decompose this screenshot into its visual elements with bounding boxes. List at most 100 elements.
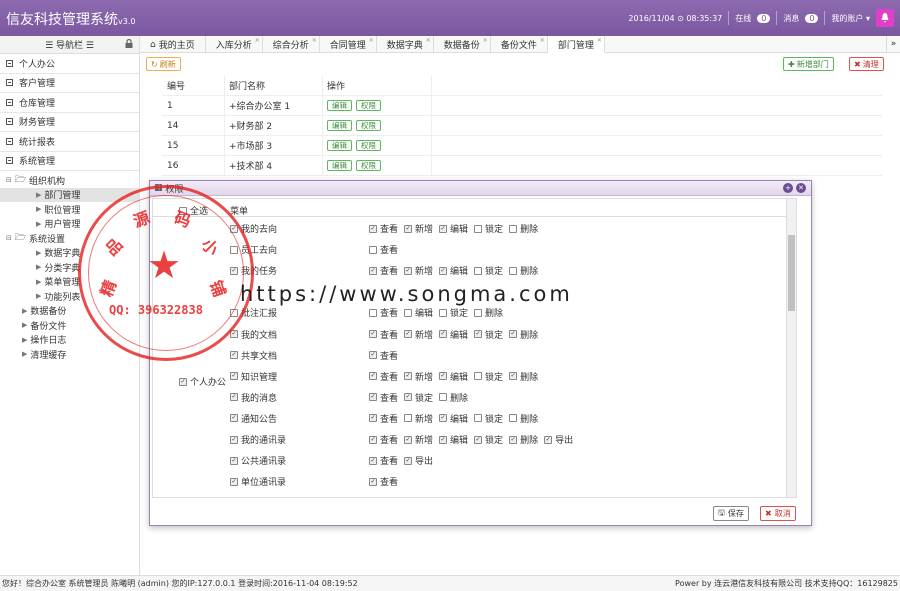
message-count-badge[interactable]: 0 (805, 13, 819, 23)
sidebar-item-system[interactable]: 系统管理 (0, 152, 139, 171)
op-checkbox[interactable] (439, 393, 448, 402)
op-checkbox[interactable]: ✓ (404, 393, 413, 402)
op-checkbox[interactable] (474, 266, 483, 275)
edit-button[interactable]: 编辑 (327, 100, 352, 111)
op-checkbox[interactable] (509, 224, 518, 233)
op-checkbox[interactable]: ✓ (369, 393, 377, 402)
scrollbar-thumb[interactable] (788, 235, 795, 311)
permission-menu[interactable]: ✓ 共享文档 (230, 349, 277, 362)
op-checkbox[interactable]: ✓ (404, 435, 413, 444)
op-checkbox[interactable]: ✓ (544, 435, 553, 444)
menu-checkbox[interactable]: ✓ (230, 477, 238, 486)
op-checkbox[interactable]: ✓ (439, 435, 448, 444)
tab-analysis[interactable]: 综合分析 ✕ (263, 36, 320, 53)
edit-button[interactable]: 编辑 (327, 140, 352, 151)
op-checkbox[interactable]: ✓ (369, 477, 377, 486)
op-checkbox[interactable]: ✓ (474, 435, 483, 444)
close-icon[interactable]: ✕ (426, 37, 431, 44)
cancel-button[interactable]: ✖ 取消 (760, 506, 796, 521)
table-row[interactable]: 15 +市场部 3 编辑 权限 (162, 136, 882, 156)
menu-checkbox[interactable]: ✓ (230, 414, 238, 423)
account-menu[interactable]: 我的账户 ▾ (831, 13, 870, 24)
permission-menu[interactable]: ✓ 单位通讯录 (230, 475, 286, 488)
sidebar-item-warehouse[interactable]: 仓库管理 (0, 93, 139, 113)
tab-inbound[interactable]: 入库分析 ✕ (206, 36, 263, 53)
lock-icon[interactable] (125, 38, 133, 51)
op-checkbox[interactable] (474, 308, 483, 317)
table-row[interactable]: 1 +综合办公室 1 编辑 权限 (162, 96, 882, 116)
op-checkbox[interactable]: ✓ (369, 372, 377, 381)
op-checkbox[interactable]: ✓ (439, 330, 448, 338)
tab-backup-files[interactable]: 备份文件 ✕ (491, 36, 548, 53)
op-checkbox[interactable]: ✓ (439, 224, 448, 233)
op-checkbox[interactable]: ✓ (369, 266, 377, 275)
permission-button[interactable]: 权限 (356, 140, 381, 151)
close-icon[interactable]: ✕ (597, 37, 602, 44)
op-checkbox[interactable]: ✓ (439, 372, 448, 381)
op-checkbox[interactable] (439, 308, 448, 317)
op-checkbox[interactable]: ✓ (404, 266, 413, 275)
op-checkbox[interactable]: ✓ (509, 372, 518, 381)
permission-menu[interactable]: ✓ 通知公告 (230, 412, 277, 425)
chevron-down-icon[interactable]: » (886, 36, 900, 52)
close-icon[interactable]: ✕ (369, 37, 374, 44)
op-checkbox[interactable]: ✓ (509, 435, 518, 444)
op-checkbox[interactable] (509, 266, 518, 275)
op-checkbox[interactable] (474, 224, 483, 233)
close-icon[interactable]: ✕ (540, 37, 545, 44)
permission-button[interactable]: 权限 (356, 120, 381, 131)
close-icon[interactable]: ✕ (483, 37, 488, 44)
op-checkbox[interactable]: ✓ (369, 435, 377, 444)
op-checkbox[interactable]: ✓ (369, 456, 377, 465)
op-checkbox[interactable]: ✓ (404, 456, 413, 465)
op-checkbox[interactable]: ✓ (369, 224, 377, 233)
permission-menu[interactable]: ✓ 我的通讯录 (230, 433, 286, 446)
op-checkbox[interactable]: ✓ (369, 351, 377, 360)
refresh-button[interactable]: ↻ 刷新 (146, 57, 181, 71)
permission-button[interactable]: 权限 (356, 160, 381, 171)
sidebar-item-finance[interactable]: 财务管理 (0, 113, 139, 132)
permission-menu[interactable]: ✓ 公共通讯录 (230, 454, 286, 467)
tab-contract[interactable]: 合同管理 ✕ (320, 36, 377, 53)
tab-backup[interactable]: 数据备份 ✕ (434, 36, 491, 53)
menu-checkbox[interactable]: ✓ (230, 351, 238, 360)
op-checkbox[interactable]: ✓ (474, 330, 483, 338)
op-checkbox[interactable] (474, 372, 483, 381)
table-row[interactable]: 14 +财务部 2 编辑 权限 (162, 116, 882, 136)
op-checkbox[interactable] (369, 308, 377, 317)
tab-dictionary[interactable]: 数据字典 ✕ (377, 36, 434, 53)
tree-node-cache[interactable]: ▶ 清理缓存 (0, 347, 139, 362)
op-checkbox[interactable]: ✓ (404, 372, 413, 381)
op-checkbox[interactable]: ✓ (404, 224, 413, 233)
add-dept-button[interactable]: ✚ 新增部门 (783, 57, 834, 71)
save-button[interactable]: 🖫 保存 (713, 506, 749, 521)
op-checkbox[interactable]: ✓ (439, 414, 448, 423)
online-count-badge[interactable]: 0 (757, 13, 771, 23)
message-label[interactable]: 消息 (783, 13, 799, 24)
op-checkbox[interactable]: ✓ (439, 266, 448, 275)
op-checkbox[interactable]: ✓ (369, 414, 377, 423)
op-checkbox[interactable] (404, 308, 413, 317)
sidebar-item-customer[interactable]: 客户管理 (0, 74, 139, 93)
permission-menu[interactable]: ✓ 知识管理 (230, 370, 277, 383)
maximize-icon[interactable]: + (783, 183, 793, 193)
op-checkbox[interactable]: ✓ (369, 330, 377, 338)
close-icon[interactable]: ✕ (255, 37, 260, 44)
tree-node-org[interactable]: ⊟ 🗁 组织机构 (0, 173, 139, 188)
online-label[interactable]: 在线 (735, 13, 751, 24)
op-checkbox[interactable] (369, 245, 377, 254)
sidebar-item-reports[interactable]: 统计报表 (0, 132, 139, 152)
op-checkbox[interactable] (509, 414, 518, 423)
permission-menu[interactable]: ✓ 我的消息 (230, 391, 277, 404)
permission-menu[interactable]: ✓ 我的文档 (230, 328, 277, 341)
tab-dept[interactable]: 部门管理 ✕ (547, 36, 605, 53)
op-checkbox[interactable]: ✓ (509, 330, 518, 338)
notification-bell-icon[interactable] (876, 9, 894, 27)
op-checkbox[interactable] (404, 414, 413, 423)
menu-checkbox[interactable]: ✓ (230, 435, 238, 444)
menu-checkbox[interactable]: ✓ (230, 393, 238, 402)
menu-checkbox[interactable]: ✓ (230, 456, 238, 465)
permission-button[interactable]: 权限 (356, 100, 381, 111)
menu-checkbox[interactable]: ✓ (230, 372, 238, 381)
scrollbar[interactable] (786, 199, 796, 497)
